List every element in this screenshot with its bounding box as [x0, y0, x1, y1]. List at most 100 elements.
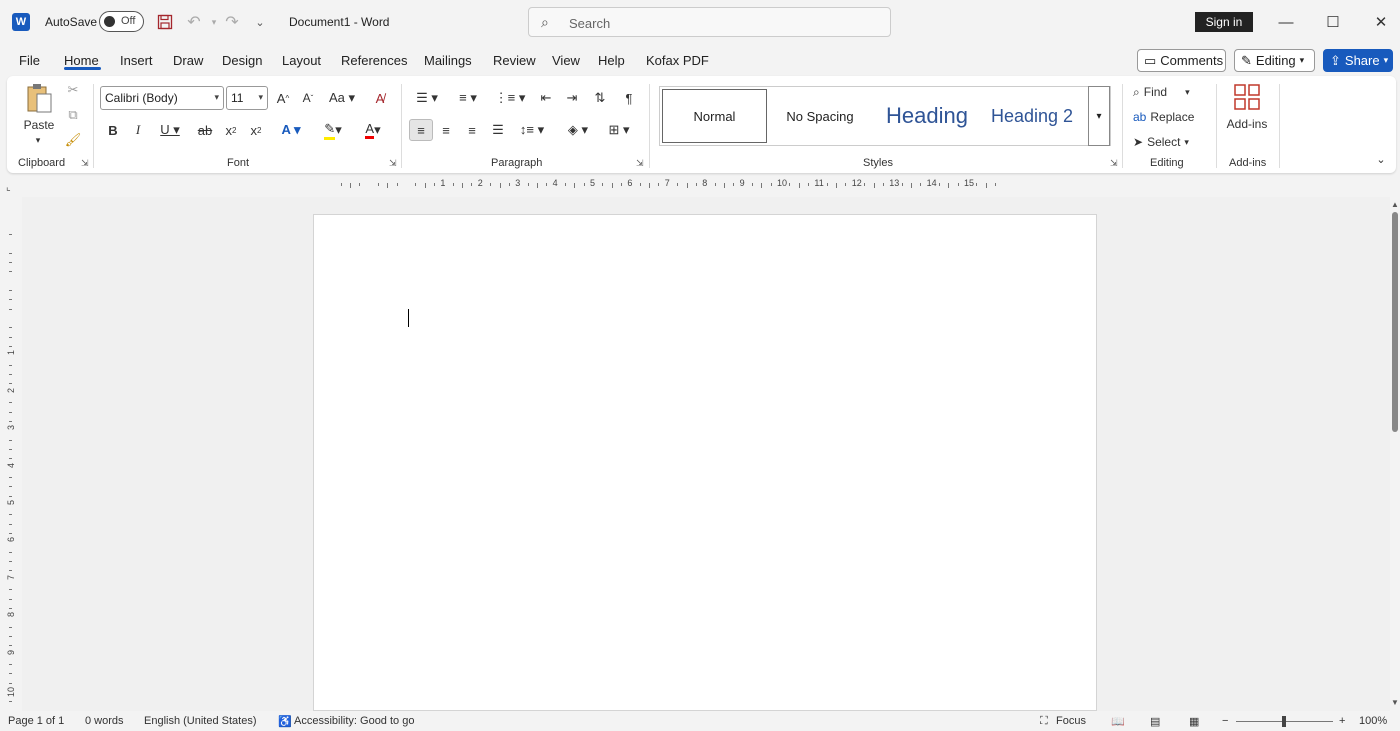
font-launcher-icon[interactable]: ⇲ — [389, 158, 397, 169]
text-effects-icon[interactable]: A ▾ — [275, 120, 307, 140]
tab-home[interactable]: Home — [64, 53, 99, 68]
style-no-spacing[interactable]: No Spacing — [770, 89, 870, 143]
align-right-icon[interactable]: ≡ — [462, 120, 482, 140]
web-layout-icon[interactable]: ▦ — [1189, 715, 1199, 728]
styles-gallery: Normal No Spacing Heading Heading 2 — [659, 86, 1111, 146]
accessibility-status[interactable]: Accessibility: Good to go — [294, 715, 414, 727]
highlight-color-icon[interactable]: ✎ ▾ — [315, 120, 351, 140]
font-color-icon[interactable]: A ▾ — [355, 120, 391, 140]
tab-kofax-pdf[interactable]: Kofax PDF — [646, 53, 709, 68]
redo-icon[interactable]: ↷ — [221, 11, 243, 33]
collapse-ribbon-icon[interactable]: ⌄ — [1373, 152, 1389, 166]
bold-icon[interactable]: B — [105, 120, 121, 140]
multilevel-list-icon[interactable]: ⋮≡ ▾ — [492, 88, 528, 108]
styles-launcher-icon[interactable]: ⇲ — [1110, 158, 1118, 169]
clear-formatting-icon[interactable]: A̸ — [370, 88, 390, 108]
tab-selector-icon[interactable]: ⌞ — [6, 182, 11, 193]
ruler-tick — [9, 495, 12, 497]
tab-layout[interactable]: Layout — [282, 53, 321, 68]
tab-help[interactable]: Help — [598, 53, 625, 68]
minimize-icon[interactable]: — — [1271, 8, 1301, 36]
tab-review[interactable]: Review — [493, 53, 536, 68]
word-count[interactable]: 0 words — [85, 715, 124, 727]
focus-label[interactable]: Focus — [1056, 715, 1086, 727]
bullets-icon[interactable]: ☰ ▾ — [409, 88, 445, 108]
scroll-thumb[interactable] — [1392, 212, 1398, 432]
paragraph-launcher-icon[interactable]: ⇲ — [636, 158, 644, 169]
share-button[interactable]: ⇪ Share ▾ — [1323, 49, 1393, 72]
read-mode-icon[interactable]: 📖 — [1111, 715, 1125, 728]
increase-indent-icon[interactable]: ⇥ — [562, 88, 582, 108]
tab-insert[interactable]: Insert — [120, 53, 153, 68]
tab-view[interactable]: View — [552, 53, 580, 68]
print-layout-icon[interactable]: ▤ — [1150, 715, 1160, 728]
zoom-in-icon[interactable]: + — [1339, 715, 1345, 727]
shrink-font-icon[interactable]: Aˇ — [298, 88, 318, 108]
style-heading[interactable]: Heading — [872, 89, 982, 143]
add-ins-label[interactable]: Add-ins — [1223, 116, 1271, 132]
align-left-icon[interactable]: ≡ — [409, 119, 433, 141]
grow-font-icon[interactable]: A ^ — [273, 88, 293, 108]
cut-icon[interactable]: ✂ — [65, 82, 81, 98]
style-heading-2[interactable]: Heading 2 — [982, 89, 1082, 143]
clipboard-launcher-icon[interactable]: ⇲ — [81, 158, 89, 169]
customize-quick-access-icon[interactable]: ⌄ — [249, 11, 271, 33]
tab-mailings[interactable]: Mailings — [424, 53, 472, 68]
decrease-indent-icon[interactable]: ⇤ — [536, 88, 556, 108]
search-box[interactable]: ⌕ Search — [528, 7, 891, 37]
autosave-toggle[interactable]: Off — [99, 11, 144, 32]
select-button[interactable]: ➤ Select ▾ — [1133, 132, 1203, 152]
styles-more-icon[interactable]: ▾ — [1088, 86, 1110, 146]
find-button[interactable]: ⌕ Find ▾ — [1133, 82, 1205, 102]
justify-icon[interactable]: ☰ — [488, 120, 508, 140]
font-size-combo[interactable]: 11 ▾ — [226, 86, 268, 110]
vertical-ruler[interactable]: 1 2 3 4 5 6 7 8 9 10 — [4, 200, 16, 710]
subscript-icon[interactable]: x2 — [222, 120, 240, 140]
vertical-scrollbar[interactable]: ▲ ▼ — [1390, 200, 1400, 710]
paste-icon[interactable] — [24, 82, 54, 116]
paste-label[interactable]: Paste — [21, 118, 57, 132]
language[interactable]: English (United States) — [144, 715, 257, 727]
horizontal-ruler[interactable]: 1 2 3 4 5 6 7 8 9 10 11 12 13 14 15 — [312, 178, 1096, 192]
ruler-tick — [873, 183, 875, 188]
scroll-down-icon[interactable]: ▼ — [1391, 698, 1399, 707]
tab-draw[interactable]: Draw — [173, 53, 203, 68]
zoom-out-icon[interactable]: − — [1222, 715, 1228, 727]
maximize-icon[interactable]: ☐ — [1318, 8, 1348, 36]
underline-icon[interactable]: U ▾ — [155, 120, 185, 140]
zoom-slider-thumb[interactable] — [1282, 716, 1286, 727]
shading-icon[interactable]: ◈ ▾ — [560, 120, 596, 140]
zoom-level[interactable]: 100% — [1359, 715, 1387, 727]
format-painter-icon[interactable]: 🖌 — [65, 132, 82, 148]
style-normal[interactable]: Normal — [662, 89, 767, 143]
line-spacing-icon[interactable]: ↕≡ ▾ — [514, 120, 550, 140]
change-case-icon[interactable]: Aa ▾ — [327, 88, 357, 108]
align-center-icon[interactable]: ≡ — [436, 120, 456, 140]
strikethrough-icon[interactable]: ab — [196, 120, 214, 140]
document-page[interactable] — [313, 214, 1097, 711]
paste-dropdown-icon[interactable]: ▾ — [31, 134, 45, 146]
add-ins-icon[interactable] — [1232, 82, 1262, 112]
comments-button[interactable]: ▭ Comments — [1137, 49, 1226, 72]
tab-file[interactable]: File — [19, 53, 40, 68]
tab-references[interactable]: References — [341, 53, 407, 68]
borders-icon[interactable]: ⊞ ▾ — [601, 120, 637, 140]
save-icon[interactable] — [154, 11, 176, 33]
close-icon[interactable]: ✕ — [1366, 8, 1396, 36]
ruler-tick — [9, 364, 12, 366]
superscript-icon[interactable]: x2 — [247, 120, 265, 140]
font-name-combo[interactable]: Calibri (Body) ▾ — [100, 86, 224, 110]
italic-icon[interactable]: I — [130, 120, 146, 140]
sort-icon[interactable]: ⇅ — [590, 88, 610, 108]
undo-icon[interactable]: ↶ — [183, 11, 205, 33]
numbering-icon[interactable]: ≡ ▾ — [450, 88, 486, 108]
copy-icon[interactable]: ⧉ — [65, 107, 81, 123]
show-formatting-icon[interactable]: ¶ — [619, 88, 639, 108]
ruler-tick — [9, 271, 12, 273]
page-count[interactable]: Page 1 of 1 — [8, 715, 64, 727]
replace-button[interactable]: ab Replace — [1133, 107, 1213, 127]
tab-design[interactable]: Design — [222, 53, 262, 68]
sign-in-button[interactable]: Sign in — [1195, 12, 1253, 32]
editing-mode-button[interactable]: ✎ Editing ▾ — [1234, 49, 1315, 72]
scroll-up-icon[interactable]: ▲ — [1391, 200, 1399, 209]
